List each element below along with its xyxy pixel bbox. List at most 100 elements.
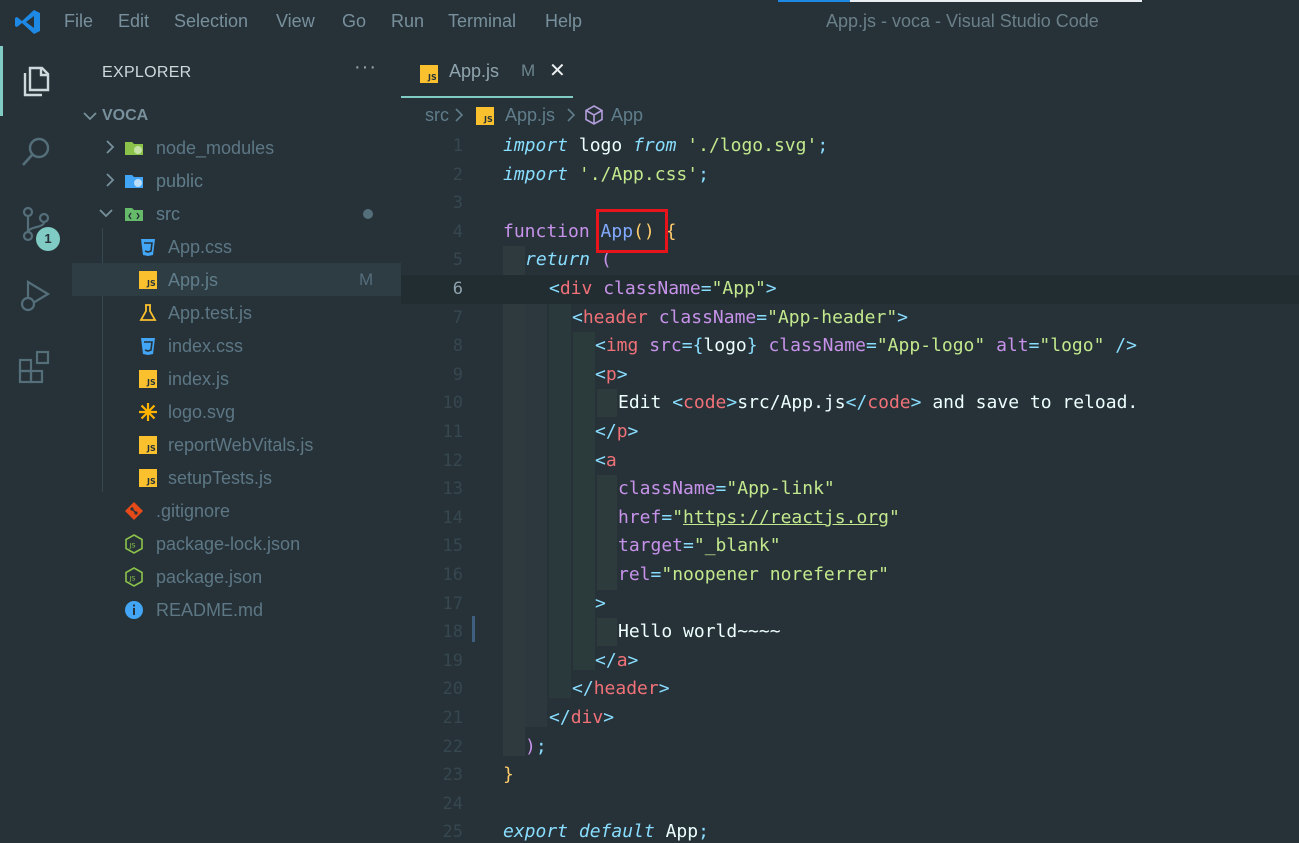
chevron-down-icon [83,112,97,121]
code-text: </div> [549,707,615,728]
js-icon: JS [139,436,157,454]
line-number: 22 [442,736,463,757]
explorer-sidebar: EXPLORER ··· VOCA node_modules public sr [72,44,401,843]
breadcrumb-folder[interactable]: src [425,105,449,126]
line-number: 10 [442,393,463,414]
tree-item-package-json[interactable]: JS package.json [72,560,401,593]
chevron-right-icon [106,140,115,154]
svg-text:JS: JS [129,575,136,583]
code-editor[interactable]: 1 import logo from './logo.svg'; 2 impor… [401,130,1299,843]
public-folder-icon [125,175,143,188]
breadcrumb: src JS App.js App [401,98,1299,130]
code-line: 19 </a> [401,647,1299,676]
tree-item-package-lock-json[interactable]: JS package-lock.json [72,527,401,560]
npm-json-icon: JS [125,567,143,587]
editor-tab-bar: JS App.js M ✕ [401,44,1299,98]
chevron-down-icon [99,209,113,218]
tree-item-app-test-js[interactable]: App.test.js [72,296,401,329]
code-text: href="https://reactjs.org" [618,506,900,528]
code-line: 11 </p> [401,418,1299,447]
git-status-modified: M [359,270,374,289]
breadcrumb-file[interactable]: App.js [505,105,555,126]
more-actions-icon[interactable]: ··· [354,56,377,79]
menu-run[interactable]: Run [391,11,424,32]
tree-item-report-web-vitals-js[interactable]: JS reportWebVitals.js [72,428,401,461]
js-icon: JS [476,107,494,125]
tree-item-label: setupTests.js [168,468,273,488]
svg-text:JS: JS [427,73,437,82]
extensions-icon[interactable] [16,348,56,388]
menu-view[interactable]: View [276,11,315,32]
svg-icon [139,403,157,421]
tree-item-label: logo.svg [168,402,236,422]
menu-go[interactable]: Go [342,11,366,32]
line-number: 15 [442,536,463,557]
tree-item-label: .gitignore [156,501,231,521]
code-line: 25 export default App; [401,818,1299,843]
js-icon: JS [139,370,157,388]
line-number: 4 [452,221,463,242]
search-icon[interactable] [16,132,56,172]
menu-terminal[interactable]: Terminal [448,11,516,32]
gutter-change-marker [472,616,475,642]
explorer-icon[interactable] [16,60,56,100]
code-line: 21 </div> [401,704,1299,733]
code-line: 17 > [401,590,1299,619]
code-line: 20 </header> [401,675,1299,704]
code-line: 15 target="_blank" [401,532,1299,561]
code-line: 4 function App() { [401,218,1299,247]
tree-item-label: index.js [168,369,230,389]
node-folder-icon [125,142,143,155]
tree-item-setup-tests-js[interactable]: JS setupTests.js [72,461,401,494]
svg-text:JS: JS [129,542,136,550]
tree-item-gitignore[interactable]: .gitignore [72,494,401,527]
run-debug-icon[interactable] [16,276,56,316]
breadcrumb-symbol[interactable]: App [611,105,643,126]
tree-item-app-css[interactable]: App.css [72,230,401,263]
tab-app-js[interactable]: JS App.js M ✕ [401,44,573,98]
tree-item-label: README.md [156,600,264,620]
tree-item-index-css[interactable]: index.css [72,329,401,362]
annotation-highlight-box [596,209,668,253]
js-icon: JS [420,65,438,83]
tab-modified-indicator: M [521,61,536,80]
tree-item-label: src [156,204,180,224]
modified-dot [363,209,373,219]
vscode-logo-icon[interactable] [14,8,42,36]
tree-item-label: App.js [168,270,219,290]
code-text: <header className="App-header"> [572,306,908,328]
tree-item-app-js[interactable]: JS App.js M [72,263,401,296]
line-number: 14 [442,507,463,528]
tree-item-node-modules[interactable]: node_modules [72,131,401,164]
line-number: 7 [452,307,463,328]
code-text: <div className="App"> [549,278,777,299]
workspace-folder-header[interactable]: VOCA [72,102,401,130]
code-line: 22 ); [401,733,1299,762]
code-text: ); [525,735,547,757]
code-line-current: 6 <div className="App"> [401,275,1299,304]
tree-item-readme-md[interactable]: README.md [72,593,401,626]
code-line: 9 <p> [401,361,1299,390]
close-icon[interactable]: ✕ [549,58,566,83]
title-accent-blue-line [778,0,850,2]
tree-item-label: package-lock.json [156,534,301,554]
tree-item-index-js[interactable]: JS index.js [72,362,401,395]
info-icon [125,601,143,619]
code-text: <img src={logo} className="App-logo" alt… [595,335,1137,357]
menu-selection[interactable]: Selection [174,11,248,32]
line-number: 6 [452,279,463,299]
code-line: 1 import logo from './logo.svg'; [401,132,1299,161]
menu-file[interactable]: File [64,11,93,32]
tree-item-label: package.json [156,567,263,587]
tree-item-public[interactable]: public [72,164,401,197]
url-link[interactable]: https://reactjs.org [683,507,889,528]
chevron-right-icon [455,108,464,122]
svg-text:JS: JS [483,115,493,124]
tree-item-label: index.css [168,336,244,356]
menu-help[interactable]: Help [545,11,582,32]
line-number: 18 [442,622,463,643]
tree-item-logo-svg[interactable]: logo.svg [72,395,401,428]
tree-item-src[interactable]: src [72,197,401,230]
code-text: import './App.css'; [503,163,709,185]
menu-edit[interactable]: Edit [118,11,149,32]
